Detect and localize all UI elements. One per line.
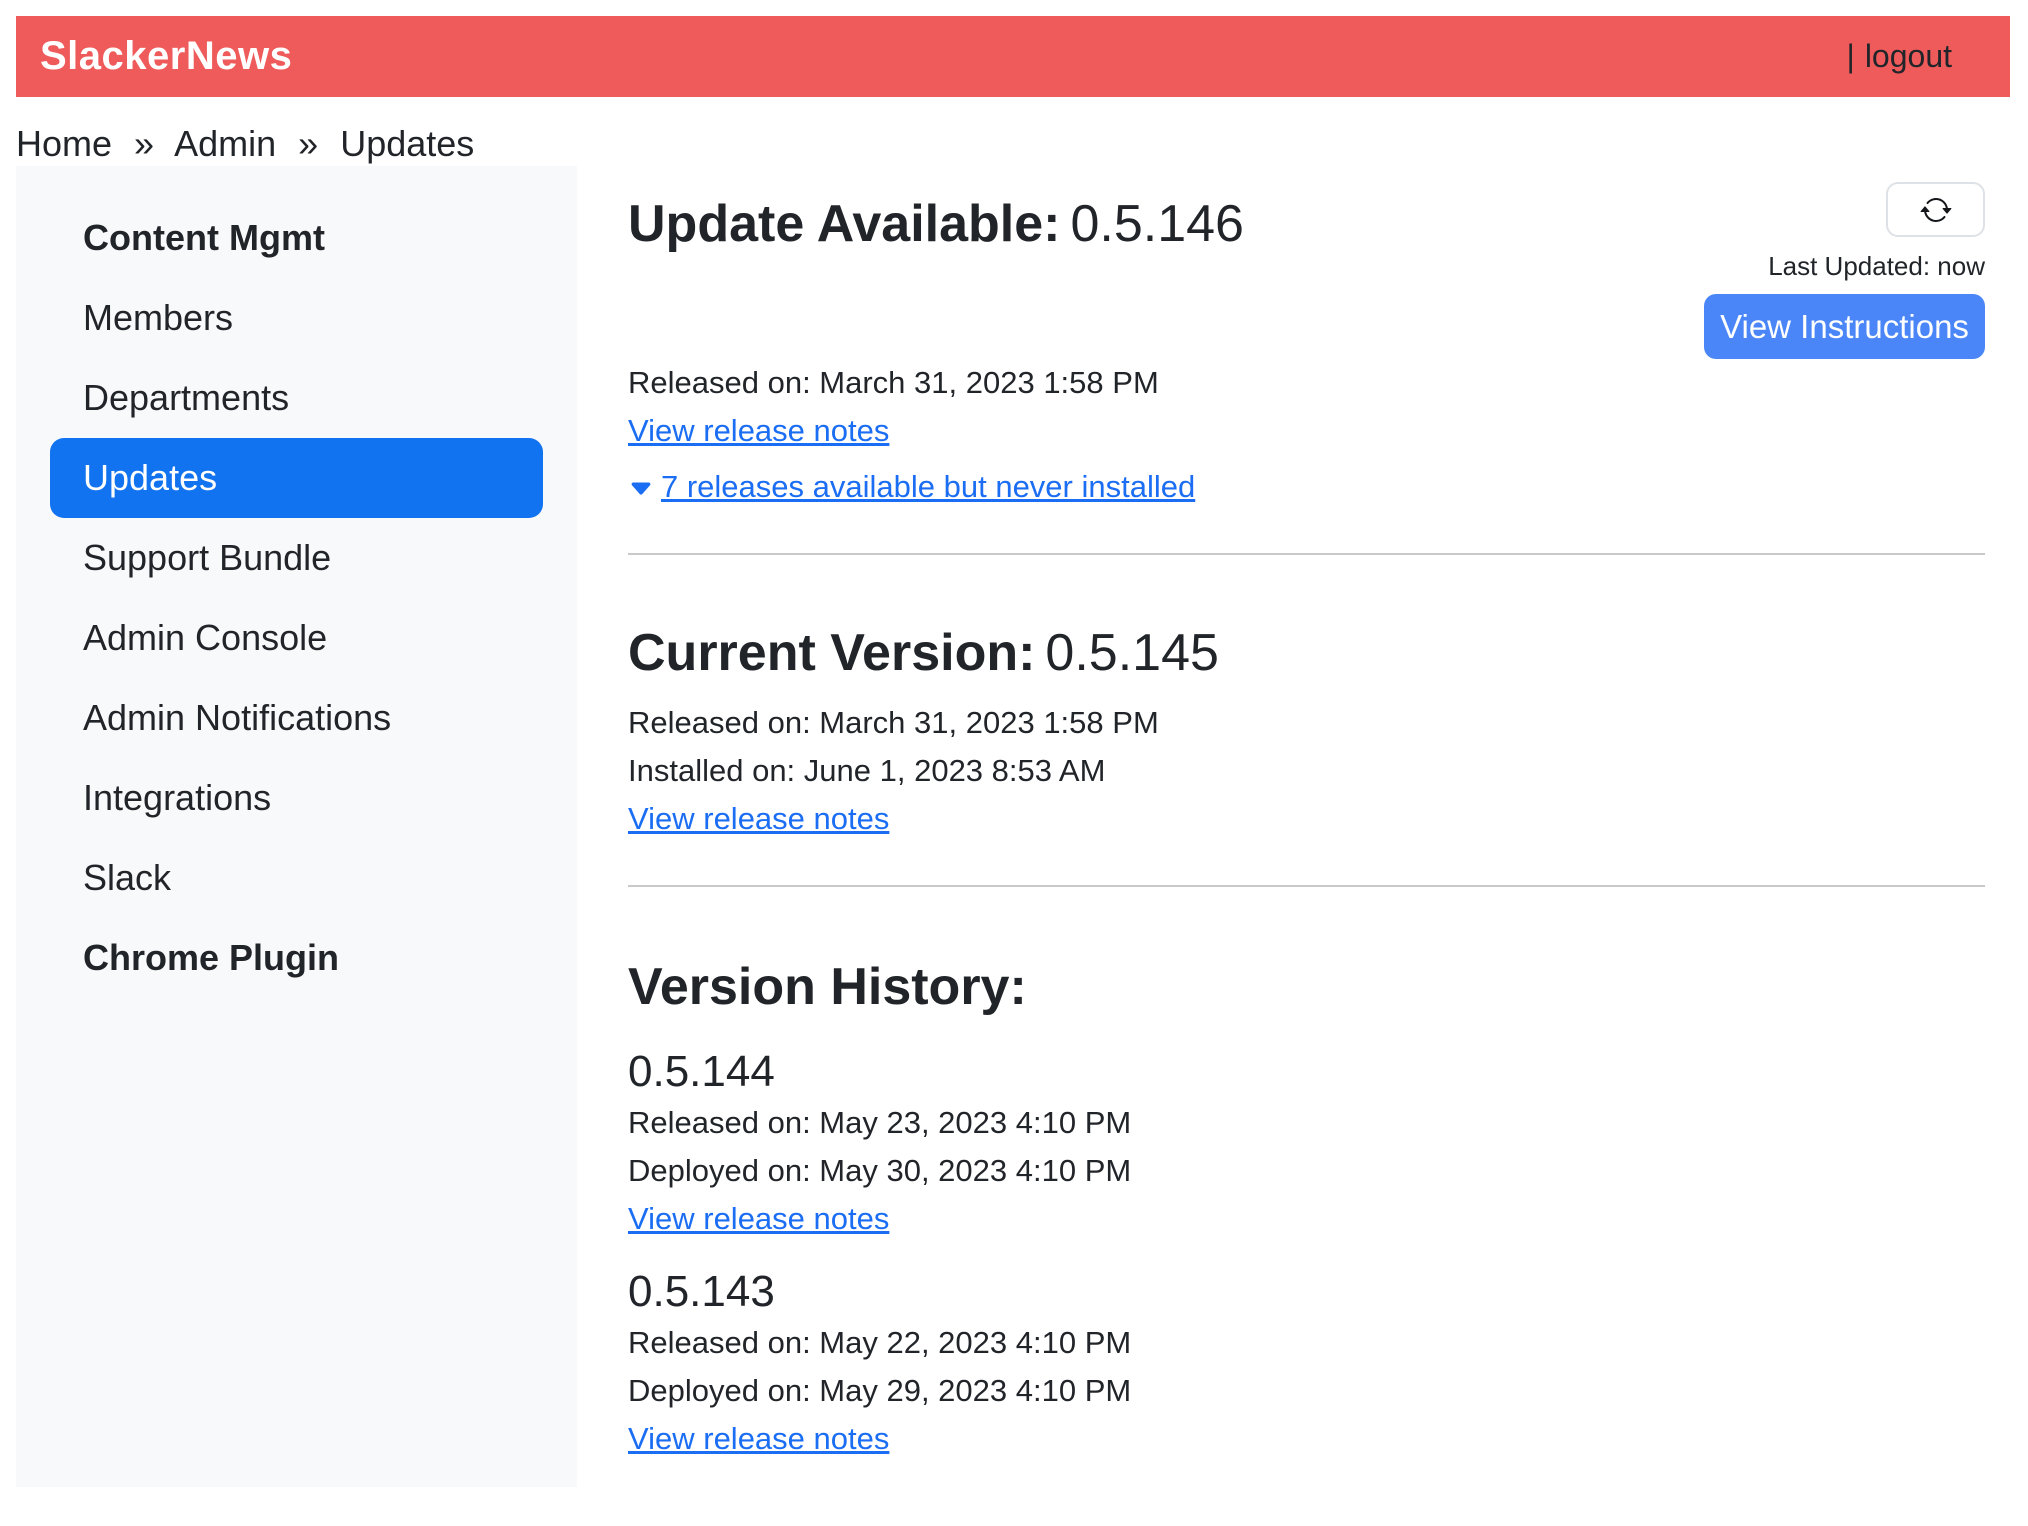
release-notes-link[interactable]: View release notes: [628, 1421, 889, 1456]
app-title: SlackerNews: [40, 34, 292, 79]
sidebar-item-admin-notifications[interactable]: Admin Notifications: [16, 678, 577, 758]
update-available-heading: Update Available:0.5.146: [628, 192, 1244, 256]
sidebar-item-content-mgmt[interactable]: Content Mgmt: [16, 198, 577, 278]
update-release-notes-line: View release notes: [628, 407, 1985, 455]
update-available-version: 0.5.146: [1070, 195, 1244, 253]
sidebar-item-members[interactable]: Members: [16, 278, 577, 358]
history-released-on: Released on: May 22, 2023 4:10 PM: [628, 1319, 1985, 1367]
sidebar-item-updates[interactable]: Updates: [50, 438, 543, 518]
history-release-notes-line: View release notes: [628, 1415, 1985, 1463]
current-version-section: Current Version:0.5.145 Released on: Mar…: [628, 555, 1985, 843]
page-layout: Content Mgmt Members Departments Updates…: [16, 166, 1985, 1487]
current-version-heading: Current Version:0.5.145: [628, 621, 1985, 685]
history-deployed-on: Deployed on: May 29, 2023 4:10 PM: [628, 1367, 1985, 1415]
breadcrumb: Home » Admin » Updates: [16, 122, 2028, 166]
sidebar-item-chrome-plugin[interactable]: Chrome Plugin: [16, 918, 577, 998]
last-updated-text: Last Updated: now: [1768, 251, 1985, 282]
current-installed-on: Installed on: June 1, 2023 8:53 AM: [628, 747, 1985, 795]
current-released-on: Released on: March 31, 2023 1:58 PM: [628, 699, 1985, 747]
current-version-details: Released on: March 31, 2023 1:58 PM Inst…: [628, 699, 1985, 843]
update-available-label: Update Available:: [628, 195, 1060, 253]
history-version-number: 0.5.144: [628, 1045, 1985, 1099]
release-notes-link[interactable]: View release notes: [628, 1201, 889, 1236]
logout-link[interactable]: logout: [1865, 38, 1952, 75]
version-history-heading: Version History:: [628, 955, 1985, 1019]
current-version-label: Current Version:: [628, 624, 1035, 682]
history-released-on: Released on: May 23, 2023 4:10 PM: [628, 1099, 1985, 1147]
refresh-button[interactable]: [1886, 182, 1985, 237]
breadcrumb-separator: »: [298, 123, 318, 164]
main-content: Update Available:0.5.146 Last Updated: n…: [628, 166, 1985, 1463]
breadcrumb-separator: »: [134, 123, 154, 164]
history-release-notes-line: View release notes: [628, 1195, 1985, 1243]
version-history-entry: 0.5.143 Released on: May 22, 2023 4:10 P…: [628, 1265, 1985, 1463]
sidebar-item-slack[interactable]: Slack: [16, 838, 577, 918]
release-notes-link[interactable]: View release notes: [628, 413, 889, 448]
breadcrumb-updates: Updates: [340, 123, 474, 164]
version-history-section: Version History: 0.5.144 Released on: Ma…: [628, 887, 1985, 1463]
app-header: SlackerNews | logout: [16, 16, 2010, 97]
update-available-row: Update Available:0.5.146 Last Updated: n…: [628, 192, 1985, 359]
version-history-entry: 0.5.144 Released on: May 23, 2023 4:10 P…: [628, 1045, 1985, 1243]
pending-releases-line: 7 releases available but never installed: [628, 463, 1985, 511]
current-release-notes-line: View release notes: [628, 795, 1985, 843]
sidebar-item-integrations[interactable]: Integrations: [16, 758, 577, 838]
history-version-number: 0.5.143: [628, 1265, 1985, 1319]
sidebar-item-support-bundle[interactable]: Support Bundle: [16, 518, 577, 598]
sidebar: Content Mgmt Members Departments Updates…: [16, 166, 577, 1487]
breadcrumb-admin[interactable]: Admin: [174, 123, 276, 164]
logout-separator: |: [1847, 38, 1855, 75]
current-version-number: 0.5.145: [1045, 624, 1219, 682]
view-instructions-button[interactable]: View Instructions: [1704, 294, 1985, 359]
update-released-on: Released on: March 31, 2023 1:58 PM: [628, 359, 1985, 407]
pending-releases-link[interactable]: 7 releases available but never installed: [661, 463, 1195, 511]
sidebar-item-departments[interactable]: Departments: [16, 358, 577, 438]
history-deployed-on: Deployed on: May 30, 2023 4:10 PM: [628, 1147, 1985, 1195]
breadcrumb-home[interactable]: Home: [16, 123, 112, 164]
release-notes-link[interactable]: View release notes: [628, 801, 889, 836]
sidebar-item-admin-console[interactable]: Admin Console: [16, 598, 577, 678]
update-widgets: Last Updated: now View Instructions: [1704, 182, 1985, 359]
caret-down-icon: [628, 476, 654, 502]
refresh-icon: [1920, 194, 1952, 226]
logout-area: | logout: [1847, 38, 1953, 75]
update-available-section: Update Available:0.5.146 Last Updated: n…: [628, 192, 1985, 511]
